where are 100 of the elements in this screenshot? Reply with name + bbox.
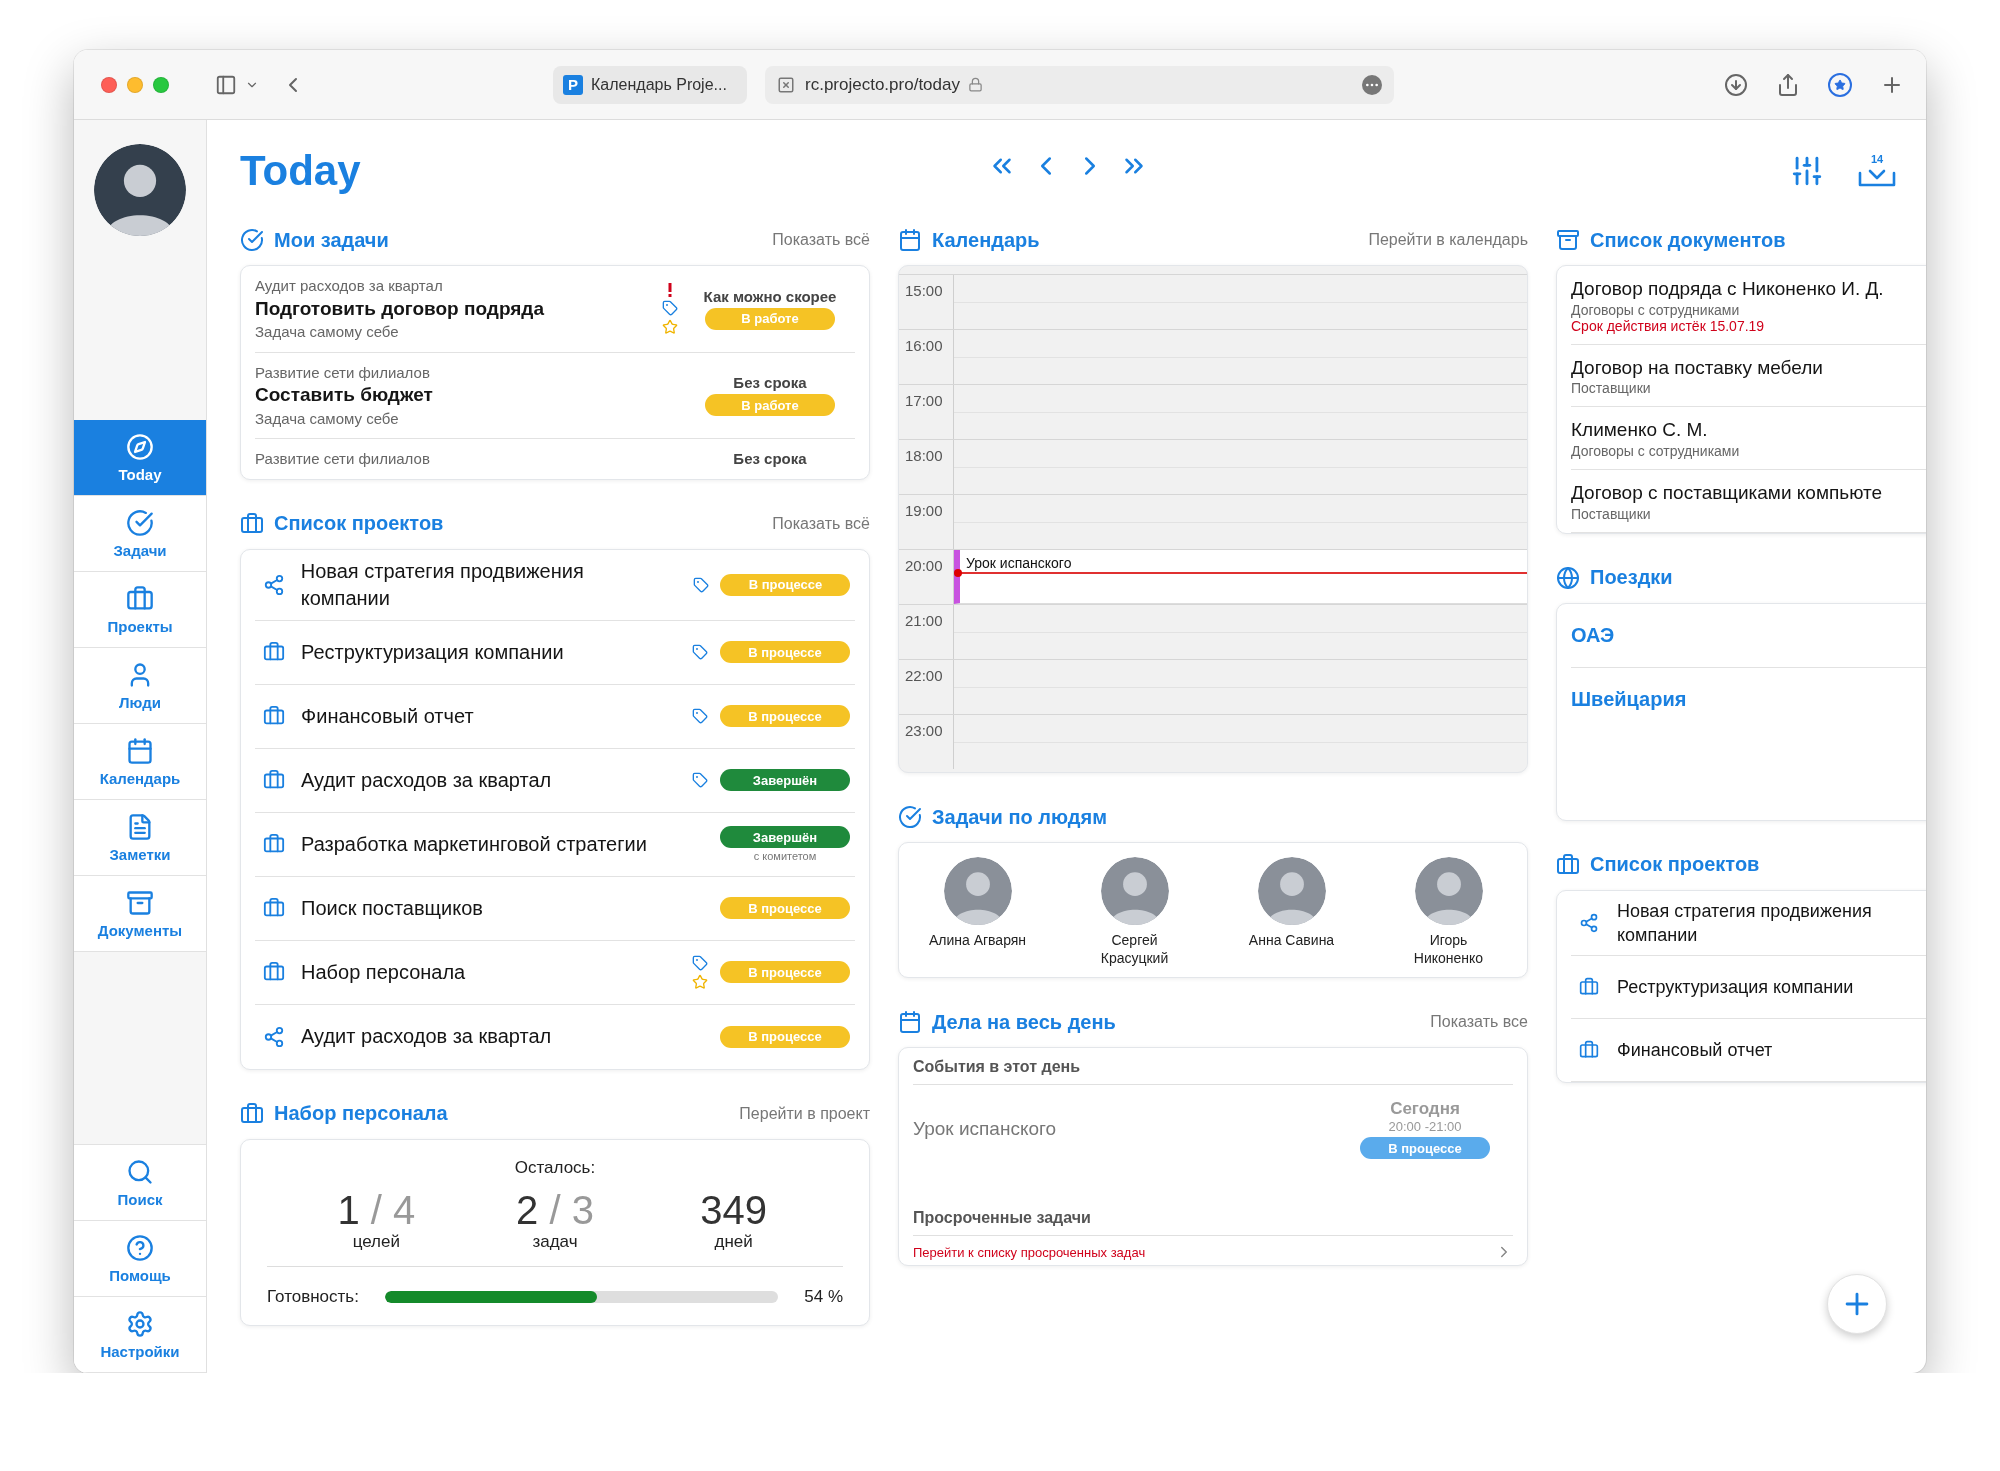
task-row[interactable]: Развитие сети филиалов Без срока bbox=[255, 439, 855, 479]
project-name: Аудит расходов за квартал bbox=[301, 767, 553, 793]
stat-value: 1 / 4 bbox=[337, 1187, 416, 1232]
reader-icon[interactable] bbox=[1828, 72, 1852, 97]
section-title: Поездки bbox=[1590, 566, 1673, 590]
section-title: Список проектов bbox=[274, 512, 444, 536]
lock-icon bbox=[967, 77, 983, 92]
task-assignee: Задача самому себе bbox=[255, 408, 400, 429]
briefcase-icon bbox=[1579, 977, 1599, 998]
trip-name[interactable]: ОАЭ bbox=[1571, 623, 1615, 646]
expiry-warning: Срок действия истёк 15.07.19 bbox=[1571, 317, 1766, 334]
address-bar[interactable]: rc.projecto.pro/today bbox=[765, 65, 1394, 104]
zoom-window-button[interactable] bbox=[153, 76, 169, 93]
status-badge: В работе bbox=[705, 307, 835, 330]
project-row[interactable]: Реструктуризация компании В процессе bbox=[255, 620, 855, 685]
trip-name[interactable]: Швейцария bbox=[1571, 687, 1687, 710]
task-deadline: Как можно скорее bbox=[703, 287, 837, 305]
nav-item[interactable]: Today bbox=[74, 420, 206, 496]
tab-title: Календарь Proje... bbox=[591, 75, 727, 94]
section-link[interactable]: Показать все bbox=[1430, 1013, 1528, 1032]
project-row[interactable]: Аудит расходов за квартал В процессе bbox=[255, 1004, 855, 1069]
status-badge: В работе bbox=[705, 394, 835, 417]
document-row[interactable]: Договор на поставку мебели Поставщики bbox=[1571, 344, 1926, 408]
status-note: с комитетом bbox=[753, 850, 817, 863]
nav-item[interactable]: Задачи bbox=[74, 496, 206, 572]
status-badge: В процессе bbox=[720, 961, 850, 984]
browser-tab[interactable]: P Календарь Proje... bbox=[553, 65, 747, 104]
nav-item[interactable]: Проекты bbox=[74, 572, 206, 648]
project-row[interactable]: Разработка маркетинговой стратегии Завершён с комитетом bbox=[255, 812, 855, 877]
project-row[interactable]: Финансовый отчет В процессе bbox=[255, 684, 855, 749]
project-row[interactable]: Поиск поставщиков В процессе bbox=[255, 876, 855, 941]
nav-item[interactable]: Помощь bbox=[74, 1221, 206, 1297]
briefcase-icon bbox=[240, 511, 264, 536]
person-name[interactable]: Алина Агварян bbox=[928, 931, 1027, 950]
share-icon[interactable] bbox=[1776, 72, 1800, 97]
document-category: Договоры с сотрудниками bbox=[1571, 301, 1741, 318]
project-name: Реструктуризация компании bbox=[301, 639, 565, 665]
person-name[interactable]: Анна Савина bbox=[1248, 931, 1335, 950]
task-deadline: Без срока bbox=[733, 450, 807, 468]
event-row[interactable]: Урок испанского Сегодня 20:00 -21:00 В процессе bbox=[913, 1085, 1513, 1200]
project-row[interactable]: Реструктуризация компании bbox=[1571, 956, 1926, 1020]
archive-box-icon bbox=[126, 888, 154, 917]
nav-item[interactable]: Заметки bbox=[74, 800, 206, 876]
section-link[interactable]: Показать всё bbox=[772, 231, 870, 249]
section-link[interactable]: Показать всё bbox=[772, 514, 870, 533]
document-row[interactable]: Клименко С. М. Договоры с сотрудниками bbox=[1571, 407, 1926, 470]
nav-item[interactable]: Поиск bbox=[74, 1145, 206, 1221]
status-badge: В процессе bbox=[720, 897, 850, 920]
nav-item[interactable]: Календарь bbox=[74, 724, 206, 800]
project-row[interactable]: Новая стратегия продвижения компании В процессе bbox=[255, 549, 855, 621]
close-window-button[interactable] bbox=[101, 76, 117, 93]
briefcase-icon bbox=[1556, 852, 1580, 877]
event-time: 20:00 -21:00 bbox=[1388, 1119, 1462, 1135]
briefcase-icon bbox=[126, 584, 154, 613]
project-row[interactable]: Новая стратегия продвижения компании bbox=[1571, 890, 1926, 957]
section-link[interactable]: Перейти в календарь bbox=[1368, 231, 1528, 249]
person-name[interactable]: Сергей Красуцкий bbox=[1083, 931, 1186, 968]
nav-item[interactable]: Люди bbox=[74, 648, 206, 724]
help-icon bbox=[126, 1233, 154, 1262]
filter-sliders-icon[interactable] bbox=[1790, 154, 1824, 188]
section-title: Список проектов bbox=[1590, 853, 1760, 877]
project-row[interactable]: Набор персонала В процессе bbox=[255, 940, 855, 1005]
status-badge: В процессе bbox=[720, 1025, 850, 1048]
project-row[interactable]: Аудит расходов за квартал Завершён bbox=[255, 748, 855, 813]
check-circle-icon bbox=[126, 508, 154, 537]
document-category: Поставщики bbox=[1571, 505, 1652, 522]
progress-reading: 54 % bbox=[804, 1286, 843, 1307]
calendar-event[interactable]: Урок испанского bbox=[954, 550, 1527, 604]
project-row[interactable]: Финансовый отчет bbox=[1571, 1019, 1926, 1083]
overdue-link[interactable]: Перейти к списку просроченных задач bbox=[913, 1244, 1146, 1260]
check-circle-icon bbox=[898, 805, 922, 829]
task-project: Аудит расходов за квартал bbox=[255, 276, 444, 296]
minimize-window-button[interactable] bbox=[127, 76, 143, 93]
download-icon[interactable] bbox=[1724, 72, 1748, 97]
person-name[interactable]: Игорь Никоненко bbox=[1397, 931, 1500, 968]
check-circle-icon bbox=[240, 228, 264, 252]
sidebar-toggle-icon[interactable] bbox=[215, 73, 237, 96]
project-name: Набор персонала bbox=[301, 959, 467, 985]
add-button[interactable] bbox=[1827, 1274, 1887, 1334]
status-badge: Завершён bbox=[720, 826, 850, 849]
inbox-button[interactable]: 14 bbox=[1858, 153, 1896, 189]
project-name: Аудит расходов за квартал bbox=[301, 1024, 553, 1050]
project-name: Новая стратегия продвижения компании bbox=[300, 558, 585, 611]
section-link[interactable]: Перейти в проект bbox=[739, 1104, 870, 1123]
stat-unit: задач bbox=[532, 1231, 578, 1252]
nav-item[interactable]: Документы bbox=[74, 876, 206, 952]
nav-item[interactable]: Настройки bbox=[74, 1297, 206, 1373]
section-title: Мои задачи bbox=[274, 228, 389, 252]
task-row[interactable]: Развитие сети филиалов Составить бюджет Задача самому себе Без срока В работе bbox=[255, 352, 855, 440]
project-name: Финансовый отчет bbox=[301, 703, 475, 729]
document-row[interactable]: Договор с поставщиками компьюте Поставщики bbox=[1571, 469, 1926, 533]
section-title: Дела на весь день bbox=[932, 1010, 1116, 1034]
more-icon[interactable] bbox=[1362, 74, 1382, 95]
compass-icon bbox=[126, 432, 154, 461]
task-row[interactable]: Аудит расходов за квартал Подготовить договор подряда Задача самому себе Как можно скорее В работе bbox=[255, 266, 855, 353]
settings-icon bbox=[126, 1309, 154, 1338]
calendar-icon bbox=[898, 228, 922, 252]
task-project: Развитие сети филиалов bbox=[255, 362, 431, 383]
avatar[interactable] bbox=[94, 144, 186, 236]
document-row[interactable]: Договор подряда с Никоненко И. Д. Договоры с сотрудниками Срок действия истёк 15.07.19 bbox=[1571, 266, 1926, 345]
